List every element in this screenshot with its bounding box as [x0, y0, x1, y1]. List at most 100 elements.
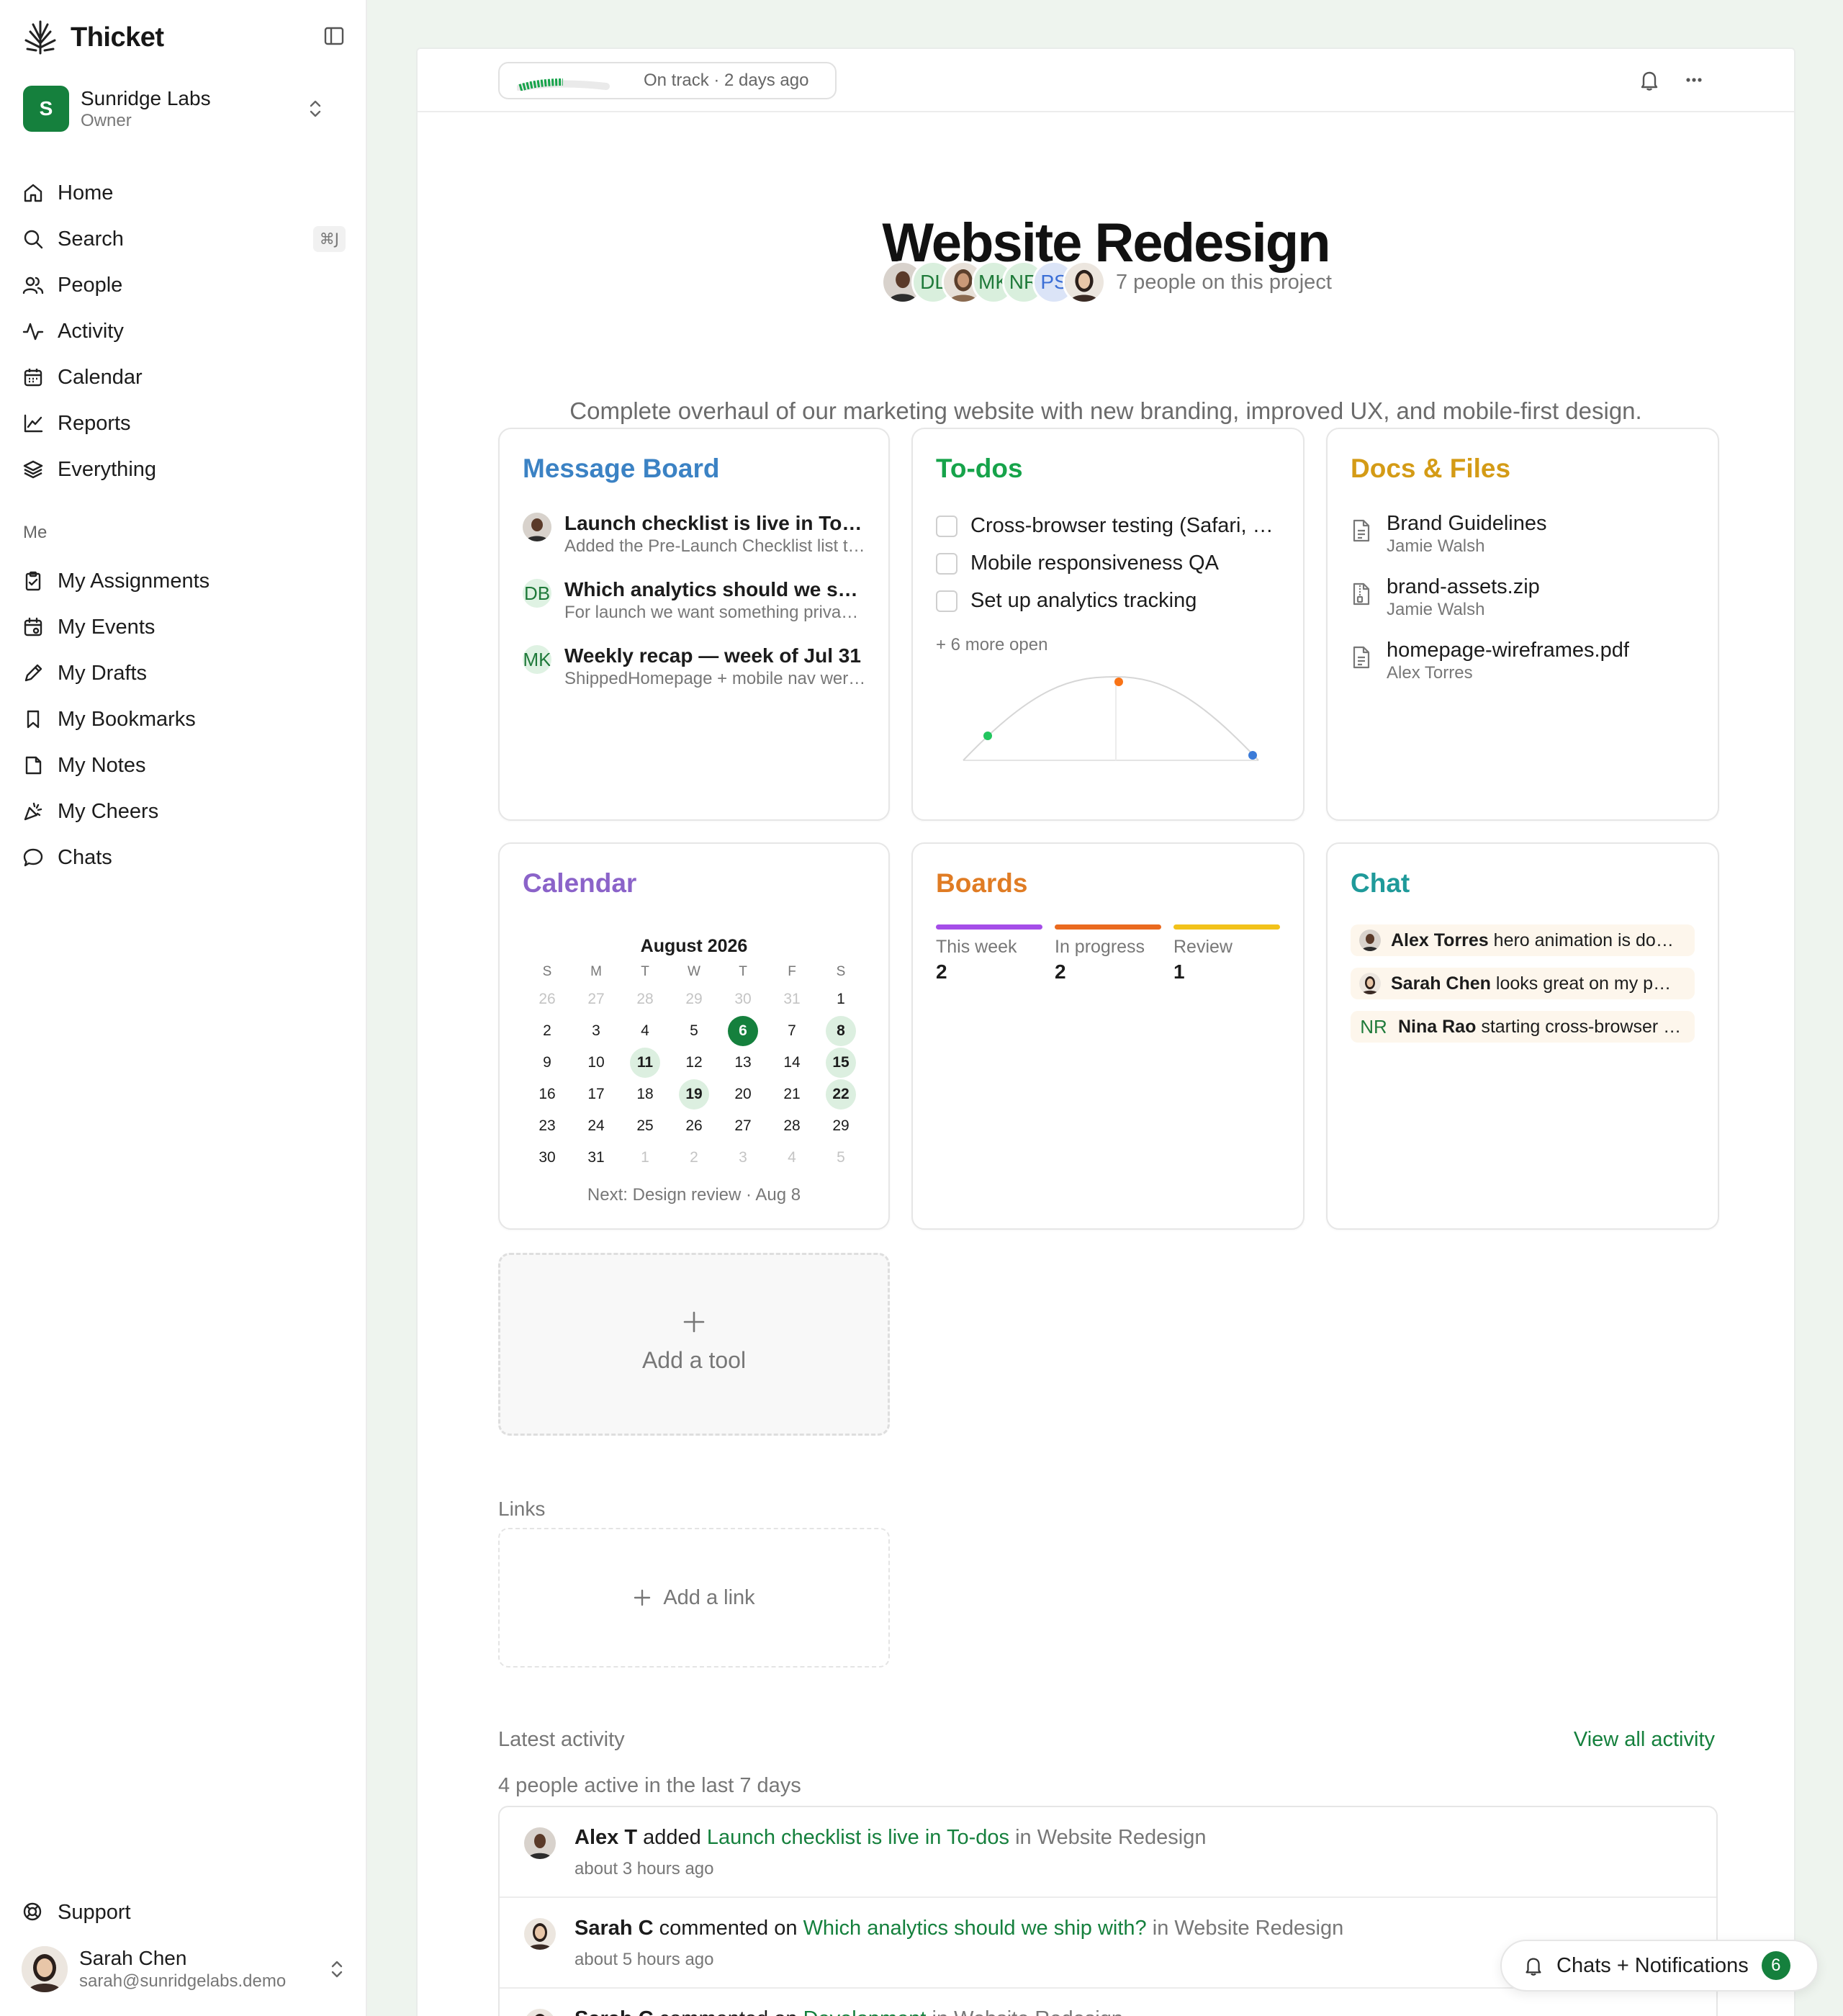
calendar-day[interactable]: 5	[816, 1143, 865, 1173]
file-item[interactable]: brand-assets.zip Jamie Walsh	[1351, 575, 1696, 621]
board-column[interactable]: This week 2	[936, 924, 1042, 984]
calendar-day[interactable]: 8	[816, 1016, 865, 1046]
org-switcher[interactable]: S Sunridge Labs Owner	[23, 85, 347, 132]
todo-checkbox[interactable]	[936, 590, 957, 612]
calendar-day[interactable]: 11	[621, 1048, 670, 1078]
calendar-day[interactable]: 14	[767, 1048, 816, 1078]
activity-target-link[interactable]: Launch checklist is live in To-dos	[707, 1826, 1009, 1849]
calendar-day[interactable]: 1	[621, 1143, 670, 1173]
calendar-day[interactable]: 29	[816, 1111, 865, 1141]
activity-item[interactable]: Sarah C commented on Development in Webs…	[500, 1989, 1716, 2016]
nav-reports[interactable]: Reports	[22, 400, 347, 446]
chat-line[interactable]: NR Nina Rao starting cross-browser testi…	[1351, 1011, 1695, 1043]
calendar-card[interactable]: Calendar August 2026 S M T W T F S 26 27 28 29 30 31…	[498, 842, 890, 1230]
calendar-day[interactable]: 4	[767, 1143, 816, 1173]
calendar-day[interactable]: 26	[670, 1111, 718, 1141]
more-options-button[interactable]	[1682, 68, 1706, 92]
nav-search[interactable]: Search ⌘J	[22, 216, 347, 262]
calendar-day[interactable]: 12	[670, 1048, 718, 1078]
nav-my-drafts[interactable]: My Drafts	[22, 650, 347, 696]
list-item[interactable]: Launch checklist is live in To-dos Added…	[523, 511, 868, 557]
chat-line[interactable]: Sarah Chen looks great on my phone	[1351, 968, 1695, 999]
message-board-card[interactable]: Message Board Launch checklist is live i…	[498, 428, 890, 821]
collapse-sidebar-button[interactable]	[323, 24, 348, 50]
todo-item[interactable]: Cross-browser testing (Safari, Firefox, …	[936, 514, 1281, 538]
activity-item[interactable]: Alex T added Launch checklist is live in…	[500, 1807, 1716, 1898]
calendar-day[interactable]: 10	[572, 1048, 621, 1078]
calendar-day[interactable]: 9	[523, 1048, 572, 1078]
file-item[interactable]: homepage-wireframes.pdf Alex Torres	[1351, 638, 1696, 684]
activity-target-link[interactable]: Which analytics should we ship with?	[803, 1917, 1147, 1940]
calendar-day[interactable]: 3	[718, 1143, 767, 1173]
calendar-day[interactable]: 7	[767, 1016, 816, 1046]
calendar-day[interactable]: 23	[523, 1111, 572, 1141]
calendar-day[interactable]: 4	[621, 1016, 670, 1046]
board-column[interactable]: Review 1	[1173, 924, 1280, 984]
nav-my-notes[interactable]: My Notes	[22, 742, 347, 788]
calendar-day[interactable]: 28	[767, 1111, 816, 1141]
calendar-day[interactable]: 25	[621, 1111, 670, 1141]
view-all-activity-link[interactable]: View all activity	[1574, 1728, 1715, 1752]
nav-home[interactable]: Home	[22, 170, 347, 216]
chats-notifications-button[interactable]: Chats + Notifications 6	[1500, 1940, 1819, 1992]
todo-checkbox[interactable]	[936, 515, 957, 537]
calendar-day[interactable]: 6	[718, 1016, 767, 1046]
chat-card[interactable]: Chat Alex Torres hero animation is done …	[1326, 842, 1719, 1230]
add-link-button[interactable]: Add a link	[498, 1528, 890, 1668]
calendar-day[interactable]: 27	[718, 1111, 767, 1141]
nav-everything[interactable]: Everything	[22, 446, 347, 492]
boards-card[interactable]: Boards This week 2 In progress 2 Review …	[911, 842, 1304, 1230]
calendar-day[interactable]: 5	[670, 1016, 718, 1046]
user-menu[interactable]: Sarah Chen sarah@sunridgelabs.demo	[22, 1944, 347, 1994]
activity-target-link[interactable]: Development	[803, 2007, 927, 2016]
calendar-day[interactable]: 24	[572, 1111, 621, 1141]
nav-calendar[interactable]: Calendar	[22, 354, 347, 400]
calendar-day[interactable]: 19	[670, 1079, 718, 1110]
nav-chats[interactable]: Chats	[22, 834, 347, 881]
todos-card[interactable]: To-dos Cross-browser testing (Safari, Fi…	[911, 428, 1304, 821]
calendar-day[interactable]: 16	[523, 1079, 572, 1110]
calendar-day[interactable]: 2	[523, 1016, 572, 1046]
calendar-day[interactable]: 2	[670, 1143, 718, 1173]
list-item[interactable]: DB Which analytics should we ship with? …	[523, 577, 868, 624]
calendar-day[interactable]: 17	[572, 1079, 621, 1110]
calendar-day[interactable]: 1	[816, 984, 865, 1014]
chat-line[interactable]: Alex Torres hero animation is done and m…	[1351, 924, 1695, 956]
nav-activity[interactable]: Activity	[22, 308, 347, 354]
calendar-day[interactable]: 13	[718, 1048, 767, 1078]
calendar-day[interactable]: 3	[572, 1016, 621, 1046]
calendar-day[interactable]: 21	[767, 1079, 816, 1110]
brand[interactable]: Thicket	[22, 19, 164, 56]
calendar-day[interactable]: 30	[718, 984, 767, 1014]
list-item[interactable]: MK Weekly recap — week of Jul 31 Shipped…	[523, 644, 868, 690]
more-open-link[interactable]: + 6 more open	[936, 635, 1047, 655]
calendar-day[interactable]: 27	[572, 984, 621, 1014]
calendar-day[interactable]: 26	[523, 984, 572, 1014]
add-tool-button[interactable]: Add a tool	[498, 1253, 890, 1436]
calendar-day[interactable]: 20	[718, 1079, 767, 1110]
calendar-day[interactable]: 30	[523, 1143, 572, 1173]
project-people[interactable]: DL MK NR PS 7 people on this project	[881, 259, 1332, 305]
calendar-next-event[interactable]: Next: Design review · Aug 8	[500, 1185, 888, 1205]
todo-checkbox[interactable]	[936, 552, 957, 575]
calendar-day[interactable]: 28	[621, 984, 670, 1014]
support-link[interactable]: Support	[22, 1889, 131, 1935]
todo-item[interactable]: Mobile responsiveness QA	[936, 552, 1281, 575]
nav-my-bookmarks[interactable]: My Bookmarks	[22, 696, 347, 742]
todo-item[interactable]: Set up analytics tracking	[936, 589, 1281, 613]
calendar-day[interactable]: 18	[621, 1079, 670, 1110]
board-column[interactable]: In progress 2	[1055, 924, 1161, 984]
calendar-day[interactable]: 22	[816, 1079, 865, 1110]
calendar-day[interactable]: 31	[767, 984, 816, 1014]
calendar-day[interactable]: 29	[670, 984, 718, 1014]
nav-my-assignments[interactable]: My Assignments	[22, 558, 347, 604]
calendar-day[interactable]: 15	[816, 1048, 865, 1078]
file-item[interactable]: Brand Guidelines Jamie Walsh	[1351, 511, 1696, 557]
docs-files-card[interactable]: Docs & Files Brand Guidelines Jamie Wals…	[1326, 428, 1719, 821]
notifications-button[interactable]	[1637, 68, 1662, 92]
calendar-day[interactable]: 31	[572, 1143, 621, 1173]
nav-my-events[interactable]: My Events	[22, 604, 347, 650]
nav-people[interactable]: People	[22, 262, 347, 308]
project-status-pill[interactable]: On track · 2 days ago	[498, 62, 837, 99]
nav-my-cheers[interactable]: My Cheers	[22, 788, 347, 834]
